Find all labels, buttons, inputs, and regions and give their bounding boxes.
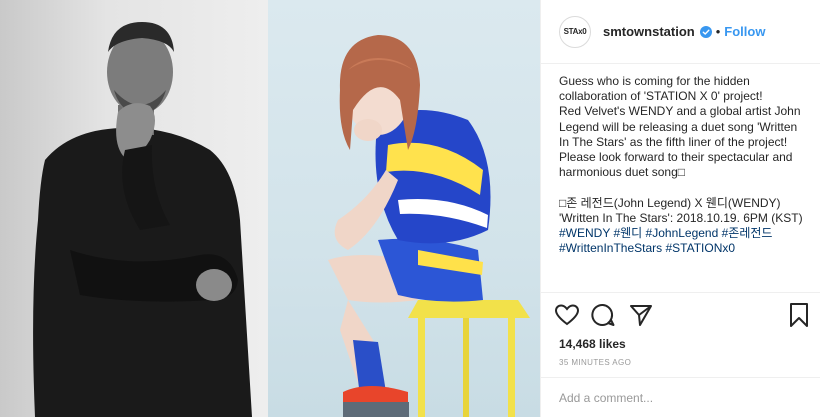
- account-username[interactable]: smtownstation: [603, 24, 695, 39]
- comment-input[interactable]: [559, 388, 799, 408]
- account-avatar[interactable]: STAx0: [559, 15, 591, 48]
- like-count[interactable]: 14,468 likes: [559, 337, 626, 351]
- header-separator: •: [715, 24, 721, 39]
- post-actions: 14,468 likes 35 MINUTES AGO: [541, 292, 820, 417]
- avatar-logo-text: STAx0: [563, 27, 587, 36]
- speech-bubble-icon[interactable]: [589, 301, 617, 329]
- paper-plane-icon[interactable]: [627, 301, 655, 329]
- post-caption: Guess who is coming for the hidden colla…: [559, 74, 807, 292]
- photo-woman-portrait: [268, 0, 540, 417]
- post-panel: STAx0 smtownstation • Follow Guess who i…: [540, 0, 820, 417]
- action-icons-row: [553, 301, 815, 331]
- bookmark-icon[interactable]: [785, 301, 813, 329]
- post-timestamp[interactable]: 35 MINUTES AGO: [559, 358, 631, 367]
- photo-man-portrait: [0, 0, 268, 417]
- heart-icon[interactable]: [553, 301, 581, 329]
- post-header: STAx0 smtownstation • Follow: [541, 0, 820, 64]
- follow-button[interactable]: Follow: [724, 24, 765, 39]
- verified-badge-icon: [699, 25, 712, 38]
- caption-hashtags[interactable]: #WENDY #웬디 #JohnLegend #존레전드 #WrittenInT…: [559, 226, 776, 255]
- caption-text: Guess who is coming for the hidden colla…: [559, 74, 803, 225]
- comment-section: [541, 377, 820, 417]
- post-media[interactable]: [0, 0, 540, 417]
